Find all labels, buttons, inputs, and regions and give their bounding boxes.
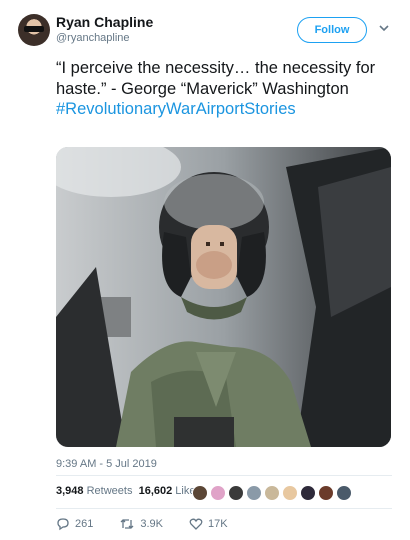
chevron-down-icon[interactable] — [378, 22, 390, 34]
follow-button[interactable]: Follow — [297, 17, 367, 43]
liker-avatar[interactable] — [228, 485, 244, 501]
liker-avatar[interactable] — [300, 485, 316, 501]
tweet-photo[interactable] — [56, 147, 391, 447]
liker-avatar[interactable] — [246, 485, 262, 501]
tweet-timestamp[interactable]: 9:39 AM - 5 Jul 2019 — [56, 458, 157, 470]
liker-avatar[interactable] — [318, 485, 334, 501]
author-handle[interactable]: @ryanchapline — [56, 32, 130, 44]
sunglasses-icon — [24, 26, 44, 32]
retweet-count: 3.9K — [140, 518, 163, 530]
reply-count: 261 — [75, 518, 94, 530]
liker-avatar[interactable] — [336, 485, 352, 501]
hashtag-link[interactable]: #RevolutionaryWarAirportStories — [56, 100, 296, 118]
like-button[interactable]: 17K — [189, 517, 228, 531]
divider — [56, 475, 392, 476]
avatar[interactable] — [18, 14, 50, 46]
liker-avatars — [192, 485, 354, 501]
tweet-text: “I perceive the necessity… the necessity… — [56, 58, 392, 120]
retweets-label[interactable]: Retweets — [87, 485, 133, 497]
reply-button[interactable]: 261 — [56, 517, 93, 531]
likes-count[interactable]: 16,602 — [139, 485, 173, 497]
liker-avatar[interactable] — [192, 485, 208, 501]
liker-avatar[interactable] — [210, 485, 226, 501]
liker-avatar[interactable] — [264, 485, 280, 501]
tweet-body: “I perceive the necessity… the necessity… — [56, 59, 376, 98]
like-count: 17K — [208, 518, 228, 530]
tweet-actions: 261 3.9K 17K — [56, 517, 254, 531]
divider — [56, 508, 392, 509]
retweet-icon — [120, 519, 134, 529]
author-display-name[interactable]: Ryan Chapline — [56, 14, 153, 30]
retweets-count[interactable]: 3,948 — [56, 485, 84, 497]
retweet-button[interactable]: 3.9K — [119, 517, 163, 531]
reply-icon — [57, 518, 69, 531]
engagement-stats: 3,948 Retweets 16,602 Likes — [56, 485, 201, 497]
liker-avatar[interactable] — [282, 485, 298, 501]
heart-icon — [189, 518, 203, 530]
